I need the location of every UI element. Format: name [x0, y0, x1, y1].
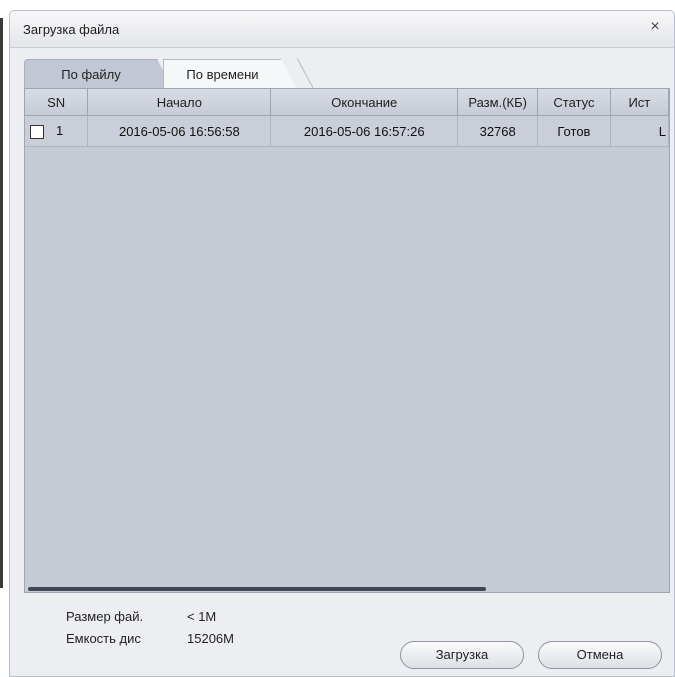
end-time-cell: 2016-05-06 16:57:26 — [270, 115, 459, 147]
column-header-sn[interactable]: SN — [25, 89, 89, 116]
disk-capacity-value: 15206M — [187, 631, 234, 646]
status-cell: Готов — [537, 115, 611, 147]
row-sn: 1 — [56, 123, 64, 139]
column-header-source[interactable]: Ист — [610, 89, 669, 116]
disk-capacity-label: Емкость дис — [66, 631, 141, 646]
tab-by-time[interactable]: По времени — [163, 59, 297, 89]
horizontal-scrollbar[interactable] — [25, 586, 669, 592]
column-header-end[interactable]: Окончание — [270, 89, 459, 116]
source-cell: L — [610, 115, 669, 147]
download-button[interactable]: Загрузка — [400, 641, 524, 669]
background-window-edge — [0, 18, 3, 588]
title-bar: Загрузка файла × — [10, 11, 674, 48]
column-header-start[interactable]: Начало — [87, 89, 272, 116]
sn-cell: 1 — [25, 115, 89, 147]
file-download-dialog: Загрузка файла × По файлу По времени SN … — [9, 10, 675, 677]
table-header-row: SN Начало Окончание Разм.(КБ) Статус Ист — [25, 89, 669, 116]
dialog-title: Загрузка файла — [23, 22, 120, 37]
size-cell: 32768 — [457, 115, 539, 147]
file-size-value: < 1M — [187, 609, 217, 624]
tab-by-file[interactable]: По файлу — [24, 59, 172, 88]
start-time-cell: 2016-05-06 16:56:58 — [87, 115, 272, 147]
row-checkbox[interactable] — [30, 124, 44, 139]
file-size-label: Размер фай. — [66, 609, 144, 624]
scrollbar-thumb[interactable] — [28, 587, 486, 591]
cancel-button[interactable]: Отмена — [538, 641, 662, 669]
column-header-status[interactable]: Статус — [537, 89, 611, 116]
column-header-size[interactable]: Разм.(КБ) — [457, 89, 539, 116]
file-list-panel: SN Начало Окончание Разм.(КБ) Статус Ист… — [24, 88, 670, 593]
table-row[interactable]: 1 2016-05-06 16:56:58 2016-05-06 16:57:2… — [25, 115, 669, 147]
file-table: SN Начало Окончание Разм.(КБ) Статус Ист… — [25, 89, 669, 147]
close-icon[interactable]: × — [646, 18, 664, 36]
